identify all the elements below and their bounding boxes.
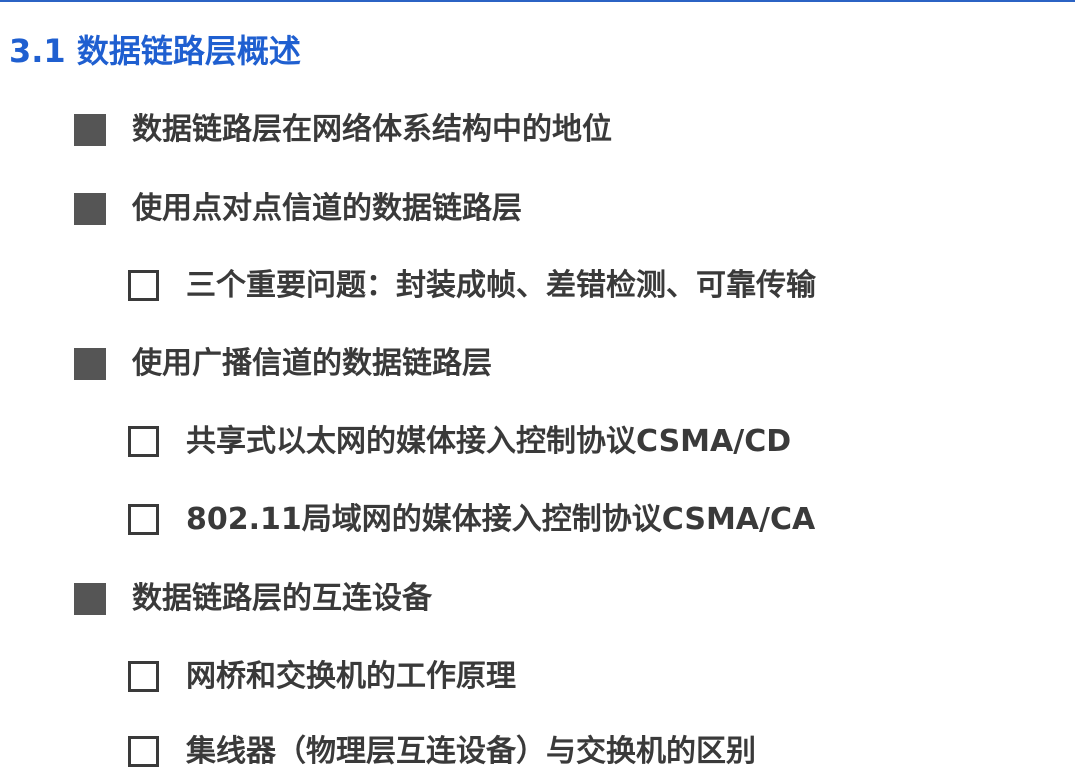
list-item-text: 使用点对点信道的数据链路层	[132, 191, 522, 226]
filled-square-icon	[74, 114, 106, 146]
list-item: 集线器（物理层互连设备）与交换机的区别	[128, 736, 756, 767]
filled-square-icon	[74, 583, 106, 615]
list-item-text: 使用广播信道的数据链路层	[132, 346, 492, 381]
list-item: 共享式以太网的媒体接入控制协议CSMA/CD	[128, 426, 791, 457]
hollow-square-icon	[128, 736, 159, 767]
filled-square-icon	[74, 348, 106, 380]
list-item: 使用广播信道的数据链路层	[74, 348, 492, 380]
list-item: 802.11局域网的媒体接入控制协议CSMA/CA	[128, 504, 815, 535]
list-item-text: 802.11局域网的媒体接入控制协议CSMA/CA	[186, 501, 816, 537]
list-item: 三个重要问题：封装成帧、差错检测、可靠传输	[128, 270, 816, 301]
list-item: 网桥和交换机的工作原理	[128, 661, 516, 692]
slide-title: 3.1 数据链路层概述	[9, 32, 301, 70]
list-item-text: 数据链路层的互连设备	[132, 581, 432, 616]
list-item-text: 共享式以太网的媒体接入控制协议CSMA/CD	[186, 423, 792, 459]
list-item: 使用点对点信道的数据链路层	[74, 193, 522, 225]
list-item-text: 数据链路层在网络体系结构中的地位	[132, 112, 612, 147]
hollow-square-icon	[128, 270, 159, 301]
list-item: 数据链路层的互连设备	[74, 583, 432, 615]
filled-square-icon	[74, 193, 106, 225]
list-item-text: 集线器（物理层互连设备）与交换机的区别	[186, 733, 756, 769]
hollow-square-icon	[128, 426, 159, 457]
list-item-text: 三个重要问题：封装成帧、差错检测、可靠传输	[186, 267, 816, 303]
list-item-text: 网桥和交换机的工作原理	[186, 658, 516, 694]
list-item: 数据链路层在网络体系结构中的地位	[74, 114, 612, 146]
hollow-square-icon	[128, 504, 159, 535]
hollow-square-icon	[128, 661, 159, 692]
top-divider	[0, 0, 1075, 2]
